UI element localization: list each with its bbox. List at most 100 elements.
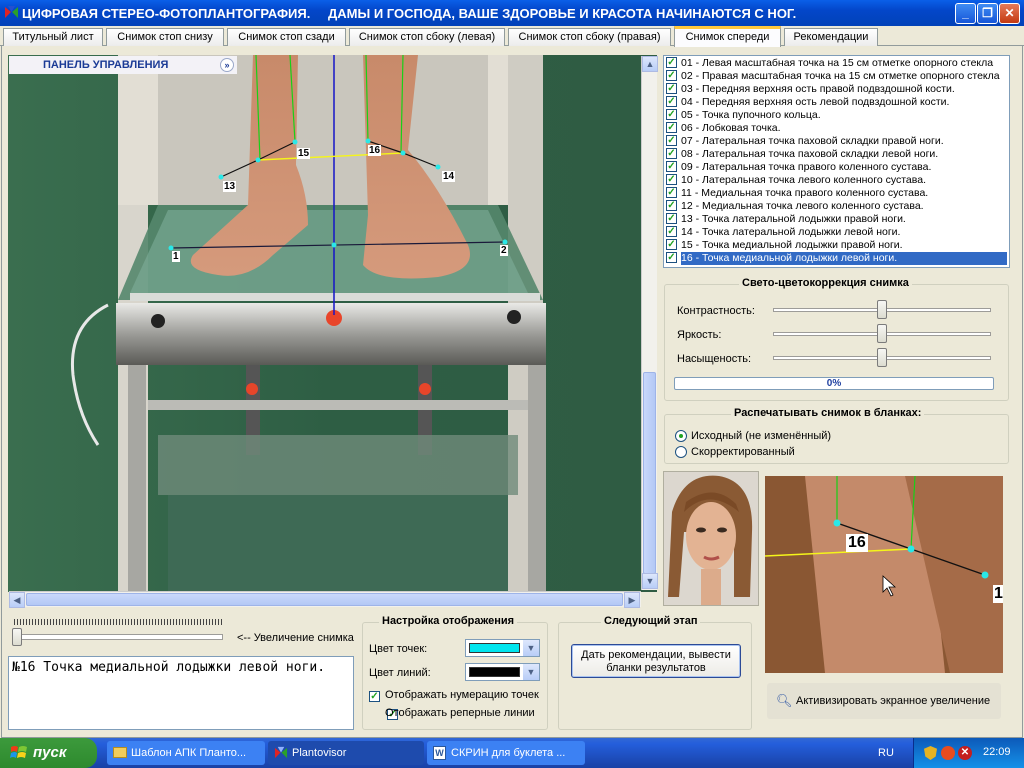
checkbox-icon[interactable]: ✓ — [666, 134, 677, 146]
language-indicator[interactable]: RU — [878, 747, 894, 759]
list-item[interactable]: ✓ 06 - Лобковая точка. — [666, 121, 781, 135]
checkbox-icon[interactable]: ✓ — [666, 186, 677, 198]
list-item-selected[interactable]: ✓ 16 - Точка медиальной лодыжки левой ног… — [666, 251, 1008, 265]
checkbox-icon[interactable]: ✓ — [666, 82, 677, 94]
tab-front-view[interactable]: Снимок спереди — [674, 26, 781, 47]
photo-horizontal-scrollbar[interactable]: ◀ ▶ — [9, 591, 641, 608]
checkbox-icon[interactable]: ✓ — [666, 199, 677, 211]
antivirus-icon[interactable]: ✕ — [958, 746, 972, 760]
scroll-right-icon[interactable]: ▶ — [624, 592, 640, 608]
control-panel-header[interactable]: ПАНЕЛЬ УПРАВЛЕНИЯ » — [9, 56, 237, 74]
checkbox-icon[interactable]: ✓ — [666, 121, 677, 133]
activate-zoom-button[interactable]: 🔍︎ Активизировать экранное увеличение — [767, 683, 1001, 719]
checkbox-icon[interactable]: ✓ — [666, 95, 677, 107]
chevron-down-icon[interactable]: » — [220, 58, 234, 72]
list-item[interactable]: ✓ 02 - Правая масштабная точка на 15 см о… — [666, 69, 1000, 83]
portrait-frame — [663, 471, 759, 606]
line-color-select[interactable]: ▼ — [465, 663, 540, 681]
dropdown-arrow-icon[interactable]: ▼ — [523, 664, 539, 680]
list-item[interactable]: ✓ 09 - Латеральная точка правого коленног… — [666, 160, 931, 174]
radio-original-label[interactable]: Исходный (не изменённый) — [691, 430, 831, 442]
minimize-button[interactable]: _ — [955, 3, 976, 24]
start-button[interactable]: пуск — [0, 738, 97, 768]
list-item[interactable]: ✓ 15 - Точка медиальной лодыжки правой но… — [666, 238, 903, 252]
list-item[interactable]: ✓ 11 - Медиальная точка правого коленного… — [666, 186, 928, 200]
list-item[interactable]: ✓ 10 - Латеральная точка левого коленного… — [666, 173, 926, 187]
contrast-label: Контрастность: — [677, 305, 755, 317]
list-item[interactable]: ✓ 01 - Левая масштабная точка на 15 см от… — [666, 56, 993, 70]
front-photo-view[interactable]: 15 16 13 14 1 2 — [8, 55, 657, 592]
list-item[interactable]: ✓ 05 - Точка пупочного кольца. — [666, 108, 821, 122]
print-options-title: Распечатывать снимок в бланках: — [731, 407, 925, 419]
checkbox-icon[interactable]: ✓ — [666, 173, 677, 185]
tab-strip: Титульный лист Снимок стоп снизу Снимок … — [0, 26, 1024, 47]
magnifier-view[interactable]: 16 1 — [765, 476, 1003, 673]
dropdown-arrow-icon[interactable]: ▼ — [523, 640, 539, 656]
list-item[interactable]: ✓ 04 - Передняя верхняя ость левой подвзд… — [666, 95, 949, 109]
magnifier-icon: 🔍︎ — [776, 693, 793, 708]
zoom-slider-label: <-- Увеличение снимка — [237, 632, 354, 644]
zoom-slider-thumb[interactable] — [12, 628, 22, 646]
scroll-up-icon[interactable]: ▲ — [642, 56, 658, 72]
title-bar[interactable]: ЦИФРОВАЯ СТЕРЕО-ФОТОПЛАНТОГРАФИЯ. ДАМЫ И… — [0, 0, 1024, 26]
checkbox-icon[interactable]: ✓ — [666, 238, 677, 250]
tab-title-page[interactable]: Титульный лист — [3, 28, 103, 46]
print-options-group: Распечатывать снимок в бланках: Исходный… — [664, 407, 1009, 464]
point-color-select[interactable]: ▼ — [465, 639, 540, 657]
saturation-slider-thumb[interactable] — [877, 348, 887, 367]
zoom-slider-ticks — [14, 619, 222, 625]
anatomical-points-list[interactable]: ✓ 01 - Левая масштабная точка на 15 см от… — [663, 55, 1010, 268]
checkbox-icon[interactable]: ✓ — [666, 160, 677, 172]
horizontal-scroll-thumb[interactable] — [26, 593, 623, 606]
restore-button[interactable]: ❐ — [977, 3, 998, 24]
list-item[interactable]: ✓ 14 - Точка латеральной лодыжки левой но… — [666, 225, 900, 239]
checkbox-icon[interactable]: ✓ — [666, 147, 677, 159]
scroll-left-icon[interactable]: ◀ — [9, 592, 25, 608]
radio-corrected-label[interactable]: Скорректированный — [691, 446, 795, 458]
checkbox-icon[interactable]: ✓ — [666, 69, 677, 81]
network-icon[interactable] — [941, 746, 955, 760]
display-settings-title: Настройка отображения — [379, 615, 518, 627]
brightness-slider-thumb[interactable] — [877, 324, 887, 343]
checkbox-icon[interactable]: ✓ — [666, 108, 677, 120]
portrait-image — [664, 472, 758, 605]
photo-vertical-scrollbar[interactable]: ▲ ▼ — [641, 56, 658, 590]
tab-feet-side-right[interactable]: Снимок стоп сбоку (правая) — [508, 28, 671, 46]
tab-feet-back[interactable]: Снимок стоп сзади — [227, 28, 346, 46]
line-color-swatch — [469, 667, 520, 677]
radio-original[interactable] — [675, 430, 687, 442]
list-item[interactable]: ✓ 03 - Передняя верхняя ость правой подвз… — [666, 82, 955, 96]
tab-feet-bottom[interactable]: Снимок стоп снизу — [106, 28, 224, 46]
list-item[interactable]: ✓ 13 - Точка латеральной лодыжки правой н… — [666, 212, 906, 226]
point-color-swatch — [469, 643, 520, 653]
tab-recommendations[interactable]: Рекомендации — [784, 28, 878, 46]
checkbox-icon[interactable]: ✓ — [666, 251, 677, 263]
tab-feet-side-left[interactable]: Снимок стоп сбоку (левая) — [349, 28, 505, 46]
list-item[interactable]: ✓ 08 - Латеральная точка паховой складки … — [666, 147, 938, 161]
checkbox-icon[interactable]: ✓ — [666, 212, 677, 224]
scroll-down-icon[interactable]: ▼ — [642, 573, 658, 589]
contrast-slider-thumb[interactable] — [877, 300, 887, 319]
show-reference-lines-label[interactable]: Отображать реперные линии — [385, 707, 535, 719]
control-panel-label: ПАНЕЛЬ УПРАВЛЕНИЯ — [43, 59, 169, 71]
radio-corrected[interactable] — [675, 446, 687, 458]
app-icon — [274, 746, 288, 759]
taskbar-item-word-doc[interactable]: W СКРИН для буклета ... — [427, 741, 585, 765]
show-numbering-checkbox[interactable]: ✓ — [369, 690, 380, 702]
list-item[interactable]: ✓ 12 - Медиальная точка левого коленного … — [666, 199, 924, 213]
close-button[interactable]: ✕ — [999, 3, 1020, 24]
vertical-scroll-thumb[interactable] — [643, 372, 656, 574]
zoom-slider-track[interactable] — [14, 634, 223, 640]
start-label: пуск — [33, 744, 67, 761]
show-numbering-label[interactable]: Отображать нумерацию точек — [385, 689, 539, 701]
checkbox-icon[interactable]: ✓ — [666, 225, 677, 237]
taskbar-item-plantovisor[interactable]: Plantovisor — [268, 741, 424, 765]
taskbar-item-folder[interactable]: Шаблон АПК Планто... — [107, 741, 265, 765]
photo-marker-13: 13 — [223, 181, 237, 192]
checkbox-icon[interactable]: ✓ — [666, 56, 677, 68]
shield-icon[interactable] — [924, 746, 937, 760]
activate-zoom-label: Активизировать экранное увеличение — [796, 695, 991, 707]
give-recommendations-button[interactable]: Дать рекомендации, вывести бланки резуль… — [571, 644, 741, 678]
list-item[interactable]: ✓ 07 - Латеральная точка паховой складки … — [666, 134, 944, 148]
app-icon — [5, 6, 18, 18]
